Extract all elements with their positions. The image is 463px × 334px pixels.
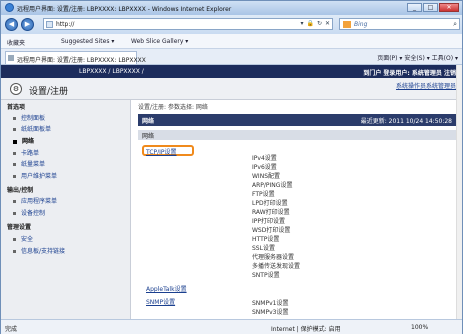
maximize-button[interactable]: □ xyxy=(423,3,438,12)
bing-icon xyxy=(343,21,351,28)
sub-header: ⚙ 设置/注册 系统操作员系统管理员 xyxy=(1,78,462,100)
tcpip-item: FTP设置 xyxy=(252,191,275,198)
browser-window: 远程用户界面: 设置/注册: LBPXXXX: LBPXXXX - Window… xyxy=(0,0,463,334)
window-title: 远程用户界面: 设置/注册: LBPXXXX: LBPXXXX - Window… xyxy=(17,6,232,13)
refresh-icon[interactable]: ↻ xyxy=(317,20,322,27)
favorites-button[interactable]: 收藏夹 xyxy=(7,38,25,47)
tcpip-item: IPv6设置 xyxy=(252,164,277,171)
sidebar-item-network[interactable]: 网络 xyxy=(13,136,34,145)
command-bar[interactable]: 页面(P) ▾ 安全(S) ▾ 工具(O) ▾ xyxy=(377,53,458,62)
search-placeholder: Bing xyxy=(354,21,368,28)
tab-bar: 远程用户界面: 设置/注册: LBPXXXX: LBPXXXX 页面(P) ▾ … xyxy=(1,49,462,65)
address-toolbar: ◀ ▶ http:// ▾ 🔒 ↻ ✕ Bing ⌕ xyxy=(1,15,462,34)
status-bar: 完成 Internet | 保护模式: 启用 100% xyxy=(1,319,462,334)
address-field[interactable]: http:// ▾ 🔒 ↻ ✕ xyxy=(43,18,333,30)
product-header: LBPXXXX / LBPXXXX / 到门户 登录用户: 系统管理员 注销 xyxy=(1,65,462,78)
sidebar-item-device-control[interactable]: 设备控制 xyxy=(13,208,45,217)
dropdown-icon[interactable]: ▾ xyxy=(300,20,303,27)
web-slice-link[interactable]: Web Slice Gallery ▾ xyxy=(131,38,188,45)
forward-button[interactable]: ▶ xyxy=(21,18,34,31)
admin-link[interactable]: 系统操作员系统管理员 xyxy=(396,81,456,90)
sidebar-item-control-panel[interactable]: 控制面板 xyxy=(13,113,45,122)
ie-logo-icon xyxy=(5,3,14,12)
tcpip-item: HTTP设置 xyxy=(252,236,280,243)
sidebar-item-security[interactable]: 安全 xyxy=(13,234,33,243)
tcpip-item: SSL设置 xyxy=(252,245,275,252)
sidebar-section-prefs: 首选项 xyxy=(7,104,26,111)
product-name: LBPXXXX / LBPXXXX / xyxy=(79,68,144,75)
sidebar-section-admin: 管理设置 xyxy=(7,224,32,231)
search-icon[interactable]: ⌕ xyxy=(453,20,457,29)
stop-icon[interactable]: ✕ xyxy=(325,20,330,27)
favorites-bar: 收藏夹 Suggested Sites ▾ Web Slice Gallery … xyxy=(1,34,462,49)
tcpip-highlight[interactable]: TCP/IP设置 xyxy=(142,145,194,156)
sidebar-item-quantity[interactable]: 纸量菜单 xyxy=(13,159,45,168)
zoom-level[interactable]: 100% xyxy=(411,324,428,331)
suggested-sites-link[interactable]: Suggested Sites ▾ xyxy=(61,38,114,45)
tcpip-item: WSD打印设置 xyxy=(252,227,291,234)
section-bar: 网络 最近更新: 2011 10/24 14:50:28 xyxy=(138,114,456,126)
main-panel: 设置/注册: 参数选择: 网络 网络 最近更新: 2011 10/24 14:5… xyxy=(132,100,462,319)
group-title: 网络 xyxy=(142,133,155,140)
section-title: 网络 xyxy=(142,118,155,125)
tcpip-item: 代理服务器设置 xyxy=(252,254,295,261)
sidebar-section-output: 输出/控制 xyxy=(7,187,34,194)
tcpip-item: IPv4设置 xyxy=(252,155,277,162)
page-icon xyxy=(8,55,14,61)
settings-icon: ⚙ xyxy=(10,83,22,95)
search-box[interactable]: Bing ⌕ xyxy=(339,18,460,30)
tcpip-item: 多播传送发现设置 xyxy=(252,263,301,270)
address-url: http:// xyxy=(56,21,75,28)
sidebar-item-user-maintenance[interactable]: 用户维护菜单 xyxy=(13,171,57,180)
snmp-settings-link[interactable]: SNMP设置 xyxy=(146,297,175,306)
back-button[interactable]: ◀ xyxy=(5,18,18,31)
tcpip-item: SNTP设置 xyxy=(252,272,280,279)
sidebar-item-paper[interactable]: 纸纸面板单 xyxy=(13,124,51,133)
header-links[interactable]: 到门户 登录用户: 系统管理员 注销 xyxy=(363,68,456,77)
title-bar: 远程用户界面: 设置/注册: LBPXXXX: LBPXXXX - Window… xyxy=(1,1,462,15)
tcpip-item: IPP打印设置 xyxy=(252,218,286,225)
group-header: 网络 xyxy=(138,130,456,140)
tcpip-item: WINS配置 xyxy=(252,173,280,180)
tcpip-settings-link[interactable]: TCP/IP设置 xyxy=(146,147,177,156)
snmp-item: SNMPv1设置 xyxy=(252,300,289,307)
tab-title: 远程用户界面: 设置/注册: LBPXXXX: LBPXXXX xyxy=(17,57,146,64)
last-updated: 最近更新: 2011 10/24 14:50:28 xyxy=(360,118,452,125)
breadcrumb: 设置/注册: 参数选择: 网络 xyxy=(138,104,208,111)
close-button[interactable]: ✕ xyxy=(439,3,459,12)
sidebar-item-apps[interactable]: 应用程序菜单 xyxy=(13,196,57,205)
tab-current[interactable]: 远程用户界面: 设置/注册: LBPXXXX: LBPXXXX xyxy=(5,51,146,64)
vertical-scrollbar[interactable] xyxy=(456,65,462,319)
page-title: 设置/注册 xyxy=(29,87,69,97)
appletalk-settings-link[interactable]: AppleTalk设置 xyxy=(146,284,187,293)
page-icon xyxy=(46,21,53,28)
tcpip-item: RAW打印设置 xyxy=(252,209,290,216)
sidebar-item-card[interactable]: 卡路单 xyxy=(13,148,39,157)
minimize-button[interactable]: _ xyxy=(407,3,422,12)
status-text: 完成 xyxy=(5,326,18,333)
sidebar-item-support-links[interactable]: 信息板/支持链接 xyxy=(13,246,65,255)
snmp-item: SNMPv3设置 xyxy=(252,309,289,316)
page-content: LBPXXXX / LBPXXXX / 到门户 登录用户: 系统管理员 注销 ⚙… xyxy=(1,65,462,319)
lock-icon: 🔒 xyxy=(306,20,314,27)
security-zone: Internet | 保护模式: 启用 xyxy=(271,326,341,333)
tcpip-item: ARP/PING设置 xyxy=(252,182,293,189)
sidebar: 首选项 控制面板 纸纸面板单 网络 卡路单 纸量菜单 用户维护菜单 输出/控制 … xyxy=(1,100,131,319)
tcpip-item: LPD打印设置 xyxy=(252,200,288,207)
